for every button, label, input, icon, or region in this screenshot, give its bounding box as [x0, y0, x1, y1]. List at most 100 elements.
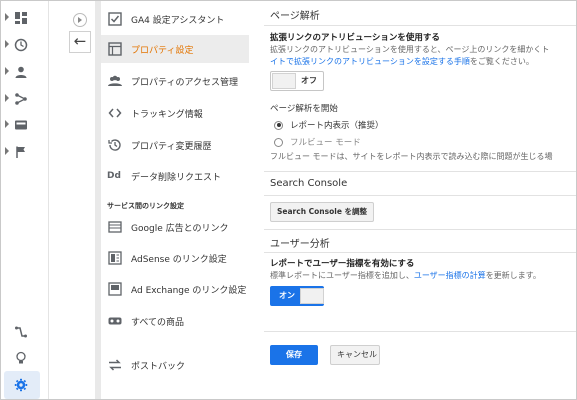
toggle-knob	[300, 288, 324, 304]
user-metrics-toggle[interactable]: オン	[270, 286, 324, 306]
products-icon	[107, 313, 123, 329]
user-metrics-description: 標準レポートにユーザー指標を追加し、ユーザー指標の計算を更新します。	[270, 270, 541, 281]
rail-item-attribution[interactable]	[1, 321, 49, 343]
nav-item-tracking-info[interactable]: トラッキング情報	[101, 99, 249, 127]
nav-item-all-products[interactable]: すべての商品	[101, 307, 249, 335]
user-metrics-label: レポートでユーザー指標を有効にする	[270, 259, 415, 269]
enhanced-link-setup-link[interactable]: イトで拡張リンクのアトリビューションを設定する手順	[270, 57, 470, 66]
history-icon	[107, 137, 123, 153]
admin-nav-column: ← GA4 設定アシスタント プロパティ設定 プロパティのアクセス管理 トラッキ…	[49, 1, 249, 399]
radio-full-view[interactable]: フルビュー モード	[274, 135, 361, 149]
toggle-knob	[272, 73, 296, 89]
page-analysis-start-label: ページ解析を開始	[270, 104, 338, 114]
nav-item-label: すべての商品	[131, 317, 185, 328]
enhanced-link-label: 拡張リンクのアトリビューションを使用する	[270, 33, 440, 43]
nav-item-property-settings[interactable]: プロパティ設定	[101, 35, 249, 63]
postback-icon	[107, 357, 123, 373]
flag-icon	[16, 146, 25, 158]
display-icon	[15, 120, 27, 130]
rail-item-home[interactable]	[1, 7, 49, 29]
enhanced-link-description-line2: イトで拡張リンクのアトリビューションを設定する手順をご覧ください。	[270, 56, 534, 67]
full-view-description: フルビュー モードは、サイトをレポート内表示で読み込む際に問題が生じる場	[270, 152, 553, 161]
toggle-state-label: オフ	[301, 76, 317, 85]
nav-item-property-access[interactable]: プロパティのアクセス管理	[101, 67, 249, 95]
enhanced-link-description: 拡張リンクのアトリビューションを使用すると、ページ上のリンクを細かくト	[270, 45, 550, 54]
adsense-icon	[107, 250, 123, 266]
expand-caret-icon	[5, 147, 9, 155]
description-head: 標準レポートにユーザー指標を追加し、	[270, 271, 414, 280]
nav-item-label: プロパティのアクセス管理	[131, 77, 239, 88]
nav-item-change-history[interactable]: プロパティ変更履歴	[101, 131, 249, 159]
clock-icon	[14, 38, 28, 52]
divider	[264, 195, 576, 196]
property-nav: GA4 設定アシスタント プロパティ設定 プロパティのアクセス管理 トラッキング…	[101, 1, 249, 399]
dd-icon: Dd	[107, 171, 121, 181]
collapse-toggle-icon[interactable]	[73, 13, 87, 27]
divider	[264, 331, 576, 332]
left-rail	[1, 1, 49, 399]
rail-item-admin[interactable]	[1, 374, 49, 396]
link-icon	[15, 326, 27, 338]
nav-item-label: トラッキング情報	[131, 109, 203, 120]
back-arrow-button[interactable]: ←	[69, 31, 91, 53]
radio-in-report[interactable]: レポート内表示（推奨）	[274, 118, 384, 132]
rail-item-discover[interactable]	[1, 347, 49, 369]
ads-icon	[107, 219, 123, 235]
nav-item-label: Google 広告とのリンク	[131, 223, 229, 234]
gear-icon	[14, 378, 28, 392]
expand-caret-icon	[5, 40, 9, 48]
radio-label: レポート内表示（推奨）	[290, 121, 384, 131]
description-tail: を更新します。	[485, 271, 541, 280]
checkbox-icon	[107, 11, 123, 27]
divider	[264, 25, 576, 26]
nav-item-data-deletion[interactable]: Dd データ削除リクエスト	[101, 162, 249, 190]
rail-item-conversions[interactable]	[1, 141, 49, 163]
property-icon	[107, 41, 123, 57]
nav-item-google-ads-link[interactable]: Google 広告とのリンク	[101, 213, 249, 241]
description-tail: をご覧ください。	[469, 57, 534, 66]
save-button[interactable]: 保存	[270, 345, 318, 365]
adjust-search-console-button[interactable]: Search Console を調整	[270, 202, 375, 222]
user-metrics-calc-link[interactable]: ユーザー指標の計算	[414, 271, 486, 280]
nav-item-ga4-setup[interactable]: GA4 設定アシスタント	[101, 5, 249, 33]
rail-item-acquisition[interactable]	[1, 88, 49, 110]
section-header-product-linking: サービス間のリンク設定	[107, 202, 184, 210]
app-frame: ← GA4 設定アシスタント プロパティ設定 プロパティのアクセス管理 トラッキ…	[0, 0, 577, 400]
rail-item-realtime[interactable]	[1, 34, 49, 56]
nav-item-adsense-link[interactable]: AdSense のリンク設定	[101, 244, 249, 272]
radio-label: フルビュー モード	[290, 138, 361, 148]
radio-unchecked-icon	[274, 137, 283, 147]
toggle-state-label: オン	[279, 291, 295, 300]
nav-item-postback[interactable]: ポストバック	[101, 351, 249, 379]
nav-item-label: Ad Exchange のリンク設定	[131, 285, 247, 296]
code-icon	[107, 105, 123, 121]
rail-item-audience[interactable]	[1, 61, 49, 83]
search-console-title: Search Console	[270, 178, 348, 189]
dashboard-icon	[15, 12, 27, 24]
nav-item-label: GA4 設定アシスタント	[131, 15, 225, 26]
nav-item-label: ポストバック	[131, 361, 186, 372]
divider	[264, 252, 576, 253]
divider	[264, 171, 576, 172]
radio-checked-icon	[274, 120, 283, 130]
fork-icon	[15, 93, 27, 105]
nav-item-label: プロパティ設定	[131, 45, 194, 56]
user-analysis-title: ユーザー分析	[270, 239, 330, 250]
nav-item-adexchange-link[interactable]: Ad Exchange のリンク設定	[101, 275, 249, 303]
nav-item-label: データ削除リクエスト	[131, 172, 222, 183]
people-icon	[107, 73, 123, 89]
cancel-button[interactable]: キャンセル	[330, 345, 380, 365]
nav-controls: ←	[49, 1, 101, 399]
divider	[264, 229, 576, 230]
adexchange-icon	[107, 281, 123, 297]
expand-caret-icon	[5, 120, 9, 128]
nav-item-label: プロパティ変更履歴	[131, 141, 212, 152]
rail-item-behavior[interactable]	[1, 114, 49, 136]
enhanced-link-toggle[interactable]: オフ	[270, 71, 324, 91]
person-icon	[15, 66, 27, 78]
expand-caret-icon	[5, 13, 9, 21]
expand-caret-icon	[5, 94, 9, 102]
expand-caret-icon	[5, 67, 9, 75]
page-analysis-title: ページ解析	[270, 11, 320, 22]
property-settings-panel: ページ解析 拡張リンクのアトリビューションを使用する 拡張リンクのアトリビューシ…	[256, 1, 576, 399]
